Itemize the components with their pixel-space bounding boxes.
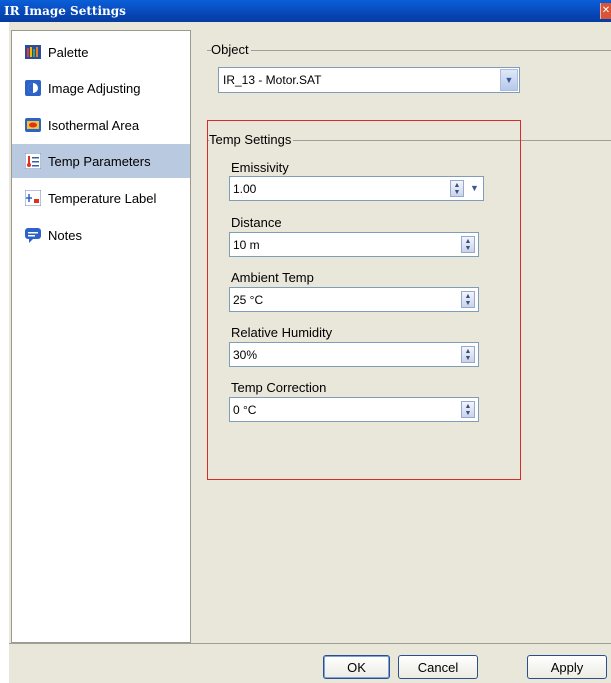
- image-adjusting-icon: [25, 80, 41, 96]
- relative-humidity-spinner[interactable]: 30% ▲ ▼: [229, 342, 479, 367]
- isothermal-area-icon: [25, 117, 41, 133]
- spinner-arrows-icon[interactable]: ▲ ▼: [461, 346, 475, 363]
- ok-button[interactable]: OK: [323, 655, 390, 679]
- button-bar: OK Cancel Apply: [9, 643, 611, 683]
- nav-item-palette[interactable]: Palette: [12, 35, 190, 69]
- nav-item-notes[interactable]: Notes: [12, 218, 190, 252]
- dialog-body: Palette Image Adjusting Isothermal Area …: [9, 22, 611, 683]
- nav-item-image-adjusting[interactable]: Image Adjusting: [12, 71, 190, 105]
- emissivity-spinner[interactable]: 1.00 ▲ ▼ ▼: [229, 176, 484, 201]
- cancel-button[interactable]: Cancel: [398, 655, 478, 679]
- distance-spinner[interactable]: 10 m ▲ ▼: [229, 232, 479, 257]
- settings-panel: Object IR_13 - Motor.SAT ▼ Temp Settings…: [191, 30, 611, 643]
- palette-icon: [25, 44, 41, 60]
- object-group-border: [207, 50, 611, 51]
- spinner-arrows-icon[interactable]: ▲ ▼: [461, 236, 475, 253]
- title-bar: IR Image Settings ✕: [0, 0, 611, 22]
- nav-item-temperature-label[interactable]: Temperature Label: [12, 181, 190, 215]
- notes-icon: [25, 227, 41, 243]
- spinner-arrows-icon[interactable]: ▲ ▼: [461, 401, 475, 418]
- apply-button[interactable]: Apply: [527, 655, 607, 679]
- nav-item-label: Temp Parameters: [48, 153, 151, 169]
- temperature-label-icon: [24, 189, 42, 207]
- nav-item-label: Image Adjusting: [48, 80, 141, 96]
- chevron-down-icon[interactable]: ▼: [467, 180, 482, 197]
- spinner-arrows-icon[interactable]: ▲ ▼: [461, 291, 475, 308]
- window-title: IR Image Settings: [4, 4, 126, 18]
- nav-item-label: Isothermal Area: [48, 117, 140, 133]
- object-select[interactable]: IR_13 - Motor.SAT ▼: [218, 67, 520, 93]
- close-button[interactable]: ✕: [600, 3, 611, 19]
- nav-item-label: Palette: [48, 44, 89, 60]
- emissivity-value: 1.00: [233, 182, 257, 196]
- distance-label: Distance: [231, 215, 282, 230]
- settings-nav-list: Palette Image Adjusting Isothermal Area …: [11, 30, 191, 643]
- ambient-temp-label: Ambient Temp: [231, 270, 314, 285]
- relative-humidity-value: 30%: [233, 348, 258, 362]
- nav-item-label: Notes: [48, 227, 82, 243]
- chevron-down-icon[interactable]: ▼: [500, 69, 518, 91]
- ambient-temp-spinner[interactable]: 25 °C ▲ ▼: [229, 287, 479, 312]
- nav-item-temp-parameters[interactable]: Temp Parameters: [12, 144, 190, 178]
- relative-humidity-label: Relative Humidity: [231, 325, 333, 340]
- nav-item-label: Temperature Label: [48, 190, 157, 206]
- temp-correction-value: 0 °C: [233, 403, 257, 417]
- distance-value: 10 m: [233, 238, 260, 252]
- object-select-value: IR_13 - Motor.SAT: [223, 73, 322, 87]
- spinner-arrows-icon[interactable]: ▲ ▼: [450, 180, 464, 197]
- temp-correction-spinner[interactable]: 0 °C ▲ ▼: [229, 397, 479, 422]
- temp-correction-label: Temp Correction: [231, 380, 327, 395]
- temp-parameters-icon: [24, 152, 42, 170]
- nav-item-isothermal-area[interactable]: Isothermal Area: [12, 108, 190, 142]
- ambient-temp-value: 25 °C: [233, 293, 264, 307]
- emissivity-label: Emissivity: [231, 160, 289, 175]
- object-group-label: Object: [211, 42, 251, 57]
